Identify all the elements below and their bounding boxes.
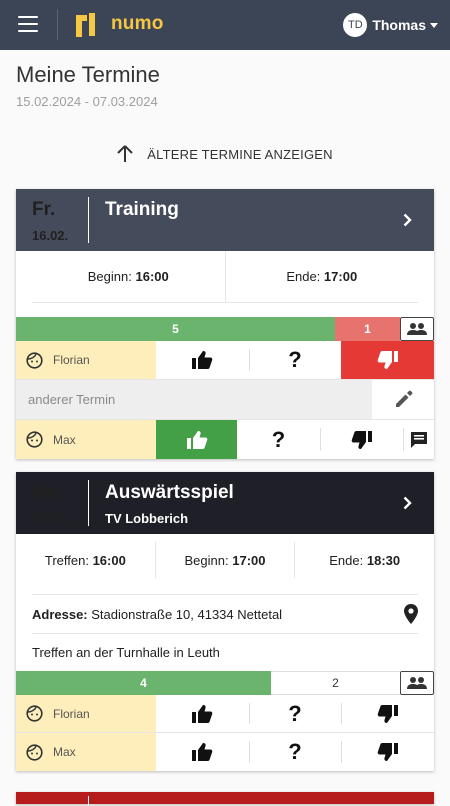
event-date: 19.02.: [32, 511, 69, 526]
comment-icon: [410, 431, 427, 448]
thumbs-up-icon: [186, 430, 207, 449]
group-members-button[interactable]: [400, 317, 434, 341]
chevron-right-icon[interactable]: [403, 496, 412, 510]
vote-no-button[interactable]: [341, 733, 434, 771]
thumbs-up-icon: [192, 351, 213, 369]
event-card-header[interactable]: Fr. 16.02. Training: [16, 189, 434, 251]
header-divider: [88, 796, 89, 806]
question-mark-icon: ?: [271, 426, 286, 452]
vote-maybe-button[interactable]: ?: [248, 341, 342, 379]
start-time: Beginn: 17:00: [154, 542, 295, 578]
question-mark-icon: ?: [288, 739, 302, 764]
member-name: Max: [16, 420, 156, 459]
date-range: 15.02.2024 - 07.03.2024: [16, 94, 158, 109]
top-app-bar: numo TD Thomas: [0, 0, 450, 50]
thumbs-down-icon: [351, 430, 372, 449]
vote-yes-button[interactable]: [156, 733, 249, 771]
face-icon: [26, 743, 43, 761]
event-opponent: TV Lobberich: [105, 511, 189, 526]
question-mark-icon: ?: [288, 700, 302, 726]
member-name: Florian: [16, 341, 156, 379]
address-row[interactable]: Adresse: Stadionstraße 10, 41334 Netteta…: [32, 594, 418, 634]
map-pin-icon[interactable]: [404, 604, 418, 624]
open-count-bar: 2: [271, 671, 400, 695]
user-menu[interactable]: TD Thomas: [343, 12, 438, 38]
event-card-away-game: Mo. 19.02. Auswärtsspiel TV Lobberich Tr…: [16, 472, 434, 771]
address-text: Adresse: Stadionstraße 10, 41334 Netteta…: [32, 606, 283, 622]
vote-yes-button[interactable]: [156, 341, 249, 379]
page-title: Meine Termine: [16, 62, 160, 87]
thumbs-down-icon: [377, 704, 398, 723]
chevron-right-icon[interactable]: [403, 213, 412, 227]
member-vote-row: Florian ?: [16, 341, 435, 380]
note-row: [16, 380, 434, 420]
end-time: Ende: 17:00: [224, 251, 419, 302]
face-icon: [26, 431, 43, 448]
no-count-bar: 1: [335, 317, 400, 341]
attendance-tally: 4 2: [16, 671, 434, 695]
member-name: Max: [16, 733, 156, 771]
face-icon: [26, 351, 43, 369]
end-time: Ende: 18:30: [294, 542, 434, 578]
note-input[interactable]: [16, 380, 372, 419]
event-weekday: Fr.: [32, 199, 56, 220]
event-remark: Treffen an der Turnhalle in Leuth: [32, 645, 220, 660]
vote-no-button-selected[interactable]: [341, 341, 435, 379]
group-icon: [407, 677, 427, 689]
vote-yes-button[interactable]: [156, 695, 249, 732]
attendance-tally: 5 1: [16, 317, 434, 341]
vote-maybe-button[interactable]: ?: [248, 695, 342, 732]
edit-note-button[interactable]: [372, 380, 434, 419]
arrow-up-icon: [117, 145, 133, 162]
event-card-header[interactable]: Mo. 19.02. Auswärtsspiel TV Lobberich: [16, 472, 434, 534]
header-divider: [88, 197, 89, 243]
event-card-training: Fr. 16.02. Training Beginn: 16:00 Ende: …: [16, 189, 435, 459]
brand-name[interactable]: numo: [111, 13, 164, 35]
event-title: Auswärtsspiel: [105, 482, 234, 503]
event-times: Treffen: 16:00 Beginn: 17:00 Ende: 18:30: [16, 534, 434, 586]
question-mark-icon: ?: [288, 347, 302, 372]
yes-count-bar: 5: [16, 317, 335, 341]
vote-no-button[interactable]: [341, 695, 434, 732]
show-older-events-label: ÄLTERE TERMINE ANZEIGEN: [147, 146, 333, 162]
thumbs-down-icon: [377, 351, 398, 369]
member-vote-row: Max ?: [16, 420, 434, 459]
hamburger-menu-icon[interactable]: [18, 16, 38, 34]
group-icon: [407, 323, 427, 335]
face-icon: [26, 705, 43, 722]
member-vote-row: Florian ?: [16, 695, 434, 733]
member-name: Florian: [16, 695, 156, 732]
vote-maybe-button[interactable]: ?: [237, 420, 320, 459]
member-vote-row: Max ?: [16, 733, 434, 771]
pencil-icon: [395, 390, 412, 407]
vote-no-button[interactable]: [320, 420, 403, 459]
event-times: Beginn: 16:00 Ende: 17:00: [32, 251, 418, 303]
vote-maybe-button[interactable]: ?: [248, 733, 342, 771]
meet-time: Treffen: 16:00: [44, 552, 126, 568]
numo-logo-icon[interactable]: [75, 12, 97, 38]
group-members-button[interactable]: [400, 671, 434, 695]
event-weekday: Mo.: [32, 482, 65, 503]
toolbar-divider: [57, 9, 58, 40]
header-divider: [88, 480, 89, 526]
comment-button[interactable]: [403, 420, 434, 459]
show-older-events-button[interactable]: ÄLTERE TERMINE ANZEIGEN: [0, 140, 450, 168]
event-title: Training: [105, 199, 179, 220]
thumbs-up-icon: [192, 704, 213, 723]
start-time: Beginn: 16:00: [87, 269, 169, 284]
caret-down-icon: [430, 22, 438, 28]
user-name: Thomas: [372, 17, 426, 33]
thumbs-down-icon: [377, 743, 398, 761]
vote-yes-button-selected[interactable]: [156, 420, 237, 459]
yes-count-bar: 4: [16, 671, 271, 695]
event-date: 16.02.: [32, 228, 69, 243]
avatar: TD: [343, 13, 368, 37]
event-card-next[interactable]: [16, 792, 434, 806]
thumbs-up-icon: [192, 743, 213, 761]
